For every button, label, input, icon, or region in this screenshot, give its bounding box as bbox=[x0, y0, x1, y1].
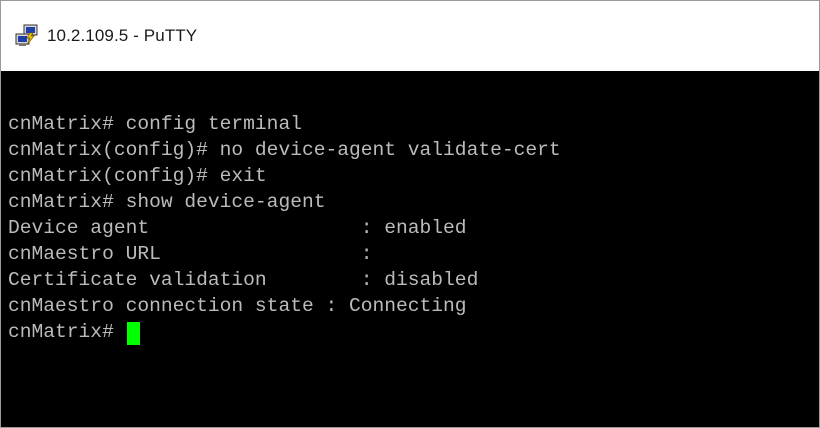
prompt-text: cnMatrix# bbox=[8, 321, 126, 343]
terminal-line: Device agent : enabled bbox=[8, 217, 467, 239]
window-title: 10.2.109.5 - PuTTY bbox=[47, 26, 198, 45]
text-cursor bbox=[126, 321, 140, 345]
terminal-line: cnMatrix# config terminal bbox=[8, 113, 302, 135]
terminal-line: cnMatrix(config)# no device-agent valida… bbox=[8, 139, 561, 161]
terminal-line: cnMaestro connection state : Connecting bbox=[8, 295, 467, 317]
putty-icon[interactable] bbox=[15, 24, 39, 48]
terminal-line: cnMatrix(config)# exit bbox=[8, 165, 267, 187]
terminal-line: cnMatrix# show device-agent bbox=[8, 191, 326, 213]
terminal-line: cnMaestro URL : bbox=[8, 243, 373, 265]
title-bar[interactable]: 10.2.109.5 - PuTTY bbox=[1, 1, 819, 71]
terminal-output: cnMatrix# config terminal cnMatrix(confi… bbox=[8, 111, 561, 345]
terminal-line: Certificate validation : disabled bbox=[8, 269, 479, 291]
putty-window: 10.2.109.5 - PuTTY cnMatrix# config term… bbox=[0, 0, 820, 428]
command-prompt[interactable]: cnMatrix# bbox=[8, 319, 561, 345]
terminal-area[interactable]: cnMatrix# config terminal cnMatrix(confi… bbox=[1, 71, 819, 427]
